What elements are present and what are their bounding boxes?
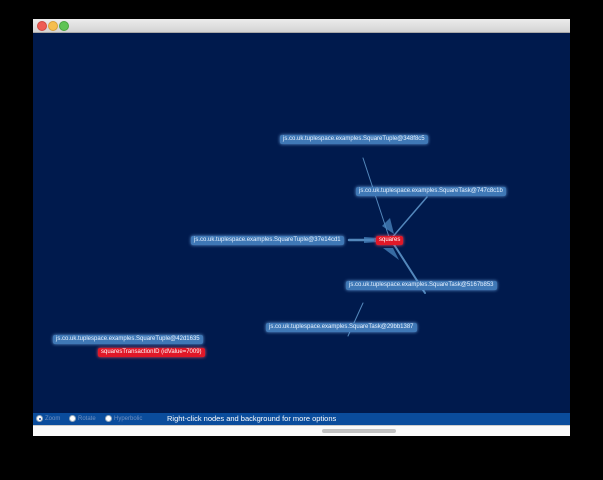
close-window-button[interactable] (37, 21, 47, 31)
title-bar[interactable] (33, 19, 570, 33)
zoom-label: Zoom (45, 416, 61, 422)
graph-canvas[interactable]: js.co.uk.tuplespace.examples.SquareTuple… (33, 33, 570, 413)
rotate-label: Rotate (78, 416, 96, 422)
node-square-tuple-348[interactable]: js.co.uk.tuplespace.examples.SquareTuple… (280, 135, 428, 144)
graph-viewer-window: js.co.uk.tuplespace.examples.SquareTuple… (33, 19, 570, 436)
horizontal-scrollbar[interactable] (33, 425, 570, 436)
node-square-tuple-37e[interactable]: js.co.uk.tuplespace.examples.SquareTuple… (191, 236, 344, 245)
node-square-task-5167[interactable]: js.co.uk.tuplespace.examples.SquareTask@… (346, 281, 497, 290)
controls-bar: Zoom Rotate Hyperbolic Right-click nodes… (33, 413, 570, 425)
node-square-task-29b[interactable]: js.co.uk.tuplespace.examples.SquareTask@… (266, 323, 417, 332)
node-squares[interactable]: squares (376, 236, 404, 245)
hyperbolic-label: Hyperbolic (114, 416, 143, 422)
hyperbolic-radio[interactable] (105, 415, 112, 422)
rotate-radio[interactable] (69, 415, 76, 422)
node-square-tuple-42d[interactable]: js.co.uk.tuplespace.examples.SquareTuple… (53, 335, 203, 344)
zoom-radio[interactable] (36, 415, 43, 422)
node-transaction-id[interactable]: squaresTransactionID (idValue=7009) (98, 348, 205, 357)
zoom-window-button[interactable] (59, 21, 69, 31)
scrollbar-thumb[interactable] (322, 429, 396, 433)
minimize-window-button[interactable] (48, 21, 58, 31)
instructions-text: Right-click nodes and background for mor… (167, 414, 337, 423)
edge-squares-task-747 (389, 196, 428, 241)
node-square-task-747[interactable]: js.co.uk.tuplespace.examples.SquareTask@… (356, 187, 506, 196)
